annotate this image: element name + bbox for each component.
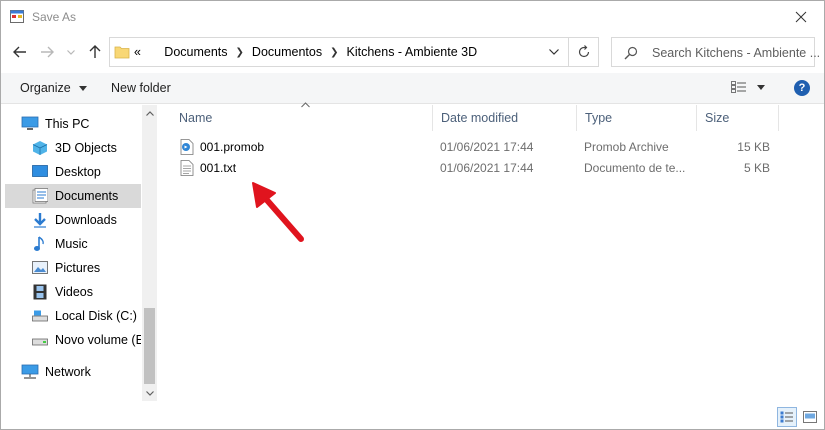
search-icon xyxy=(624,46,638,60)
column-header-type[interactable]: Type xyxy=(577,105,697,131)
search-box[interactable]: Search Kitchens - Ambiente ... xyxy=(611,37,820,67)
sidebar-item-label: 3D Objects xyxy=(55,141,117,155)
drive-icon xyxy=(31,308,49,324)
address-dropdown-button[interactable] xyxy=(540,38,568,66)
folder-icon xyxy=(114,46,130,59)
sidebar-item-label: Local Disk (C:) xyxy=(55,309,137,323)
sidebar-item-label: Network xyxy=(45,365,91,379)
drive-icon xyxy=(31,332,49,348)
refresh-icon xyxy=(578,45,590,58)
large-icons-view-button[interactable] xyxy=(800,407,820,427)
file-date: 01/06/2021 17:44 xyxy=(440,160,534,175)
details-view-icon xyxy=(780,411,793,423)
sidebar-item-this-pc[interactable]: This PC xyxy=(21,112,157,136)
help-button[interactable]: ? xyxy=(794,80,810,96)
sidebar-scrollbar-thumb[interactable] xyxy=(144,308,155,384)
file-name: 001.promob xyxy=(200,139,265,154)
breadcrumb-overflow[interactable]: « xyxy=(134,45,141,59)
back-arrow-icon xyxy=(13,46,26,58)
file-type: Documento de te... xyxy=(584,160,686,175)
app-icon xyxy=(10,10,24,23)
sidebar-item-label: Music xyxy=(55,237,88,251)
breadcrumb: « › Documents ❯ Documentos ❯ Kitchens - … xyxy=(134,45,477,59)
breadcrumb-documents[interactable]: Documents xyxy=(164,45,227,59)
desktop-icon xyxy=(31,164,49,180)
refresh-button[interactable] xyxy=(568,38,599,66)
network-icon xyxy=(21,364,39,380)
up-arrow-icon xyxy=(89,45,101,58)
text-file-icon xyxy=(180,159,194,176)
chevron-down-icon xyxy=(67,49,75,55)
sidebar-item-novo-volume[interactable]: Novo volume (E xyxy=(31,328,141,352)
breadcrumb-documentos[interactable]: Documentos xyxy=(252,45,322,59)
chevron-right-icon[interactable]: ❯ xyxy=(236,47,244,58)
sidebar-item-label: Desktop xyxy=(55,165,101,179)
up-button[interactable] xyxy=(85,42,105,62)
organize-button[interactable]: Organize xyxy=(20,81,88,95)
download-arrow-icon xyxy=(31,212,49,228)
sidebar-item-label: Pictures xyxy=(55,261,101,275)
sidebar-item-label: This PC xyxy=(45,117,90,131)
organize-label: Organize xyxy=(20,81,71,95)
details-view-icon xyxy=(731,81,746,93)
promob-file-icon xyxy=(180,138,194,155)
navigation-pane: This PC 3D Objects Desktop Documents Dow… xyxy=(1,105,158,401)
save-as-dialog: Save As « › Documents xyxy=(0,0,825,430)
sidebar-item-label: Videos xyxy=(55,285,93,299)
file-name: 001.txt xyxy=(200,160,237,175)
close-button[interactable] xyxy=(778,1,824,32)
documents-icon xyxy=(31,188,49,204)
sidebar-item-label: Documents xyxy=(55,189,119,203)
recent-locations-button[interactable] xyxy=(61,42,81,62)
address-bar[interactable]: « › Documents ❯ Documentos ❯ Kitchens - … xyxy=(109,37,599,67)
chevron-down-icon xyxy=(757,84,765,90)
sidebar-item-documents[interactable]: Documents xyxy=(5,184,141,208)
scroll-up-button[interactable] xyxy=(142,105,157,121)
file-size: 5 KB xyxy=(743,160,770,175)
column-header-date-modified[interactable]: Date modified xyxy=(433,105,577,131)
sidebar-item-label: Novo volume (E xyxy=(55,333,141,347)
column-header-size[interactable]: Size xyxy=(697,105,779,131)
forward-arrow-icon xyxy=(41,46,54,58)
file-name-cell: 001.promob xyxy=(180,136,430,157)
music-note-icon xyxy=(31,236,49,252)
chevron-down-icon xyxy=(145,390,154,396)
search-input[interactable]: Search Kitchens - Ambiente ... xyxy=(652,46,820,60)
chevron-up-icon xyxy=(145,110,154,116)
chevron-down-icon xyxy=(79,86,88,92)
annotation-arrow xyxy=(252,182,304,242)
command-toolbar: Organize New folder ? xyxy=(1,73,824,104)
back-button[interactable] xyxy=(10,42,30,62)
film-icon xyxy=(31,284,49,300)
window-title: Save As xyxy=(32,10,77,24)
pictures-icon xyxy=(31,260,49,276)
preview-view-icon xyxy=(803,411,817,423)
chevron-down-icon xyxy=(549,49,559,55)
file-date: 01/06/2021 17:44 xyxy=(440,139,534,154)
new-folder-button[interactable]: New folder xyxy=(111,81,171,95)
change-view-button[interactable] xyxy=(731,81,765,93)
cube-icon xyxy=(31,140,49,156)
computer-icon xyxy=(21,116,39,132)
title-bar: Save As xyxy=(1,1,824,33)
details-view-button[interactable] xyxy=(777,407,797,427)
column-header-name[interactable]: Name xyxy=(171,105,433,131)
breadcrumb-kitchens[interactable]: Kitchens - Ambiente 3D xyxy=(347,45,478,59)
close-icon xyxy=(795,11,807,22)
chevron-right-icon[interactable]: ❯ xyxy=(330,47,338,58)
file-list-header: Name Date modified Type Size xyxy=(171,102,779,131)
file-size: 15 KB xyxy=(737,139,770,154)
file-type: Promob Archive xyxy=(584,139,669,154)
forward-button[interactable] xyxy=(37,42,57,62)
sidebar-item-network[interactable]: Network xyxy=(21,360,157,384)
file-row-promob[interactable]: 001.promob 01/06/2021 17:44 Promob Archi… xyxy=(171,136,779,157)
scroll-down-button[interactable] xyxy=(142,385,157,401)
sidebar-item-label: Downloads xyxy=(55,213,117,227)
